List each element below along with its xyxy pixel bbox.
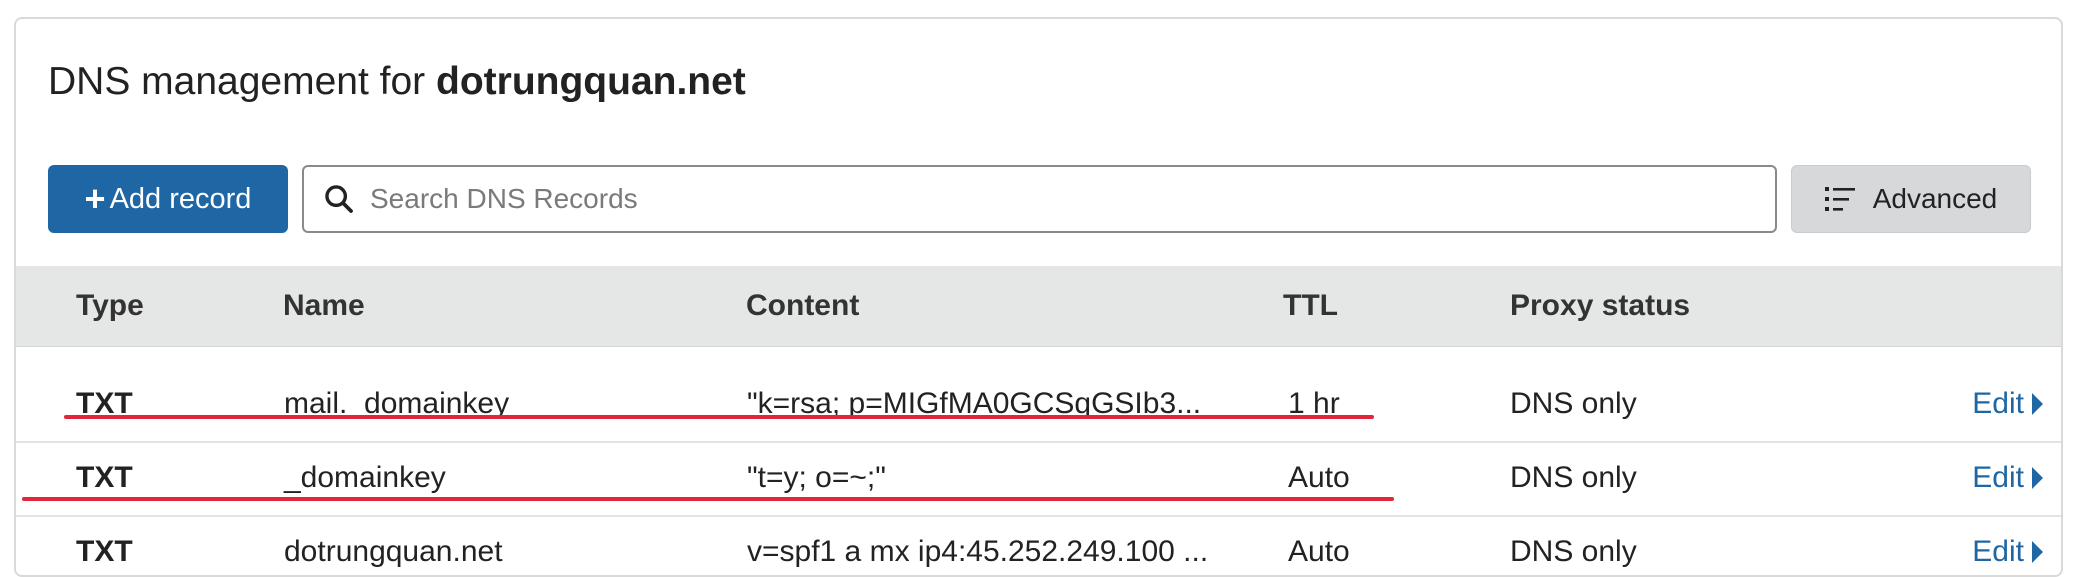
advanced-label: Advanced [1872,183,1998,214]
search-icon [325,185,353,213]
annotation-underline-row-1 [64,415,1374,419]
column-header-proxy-status[interactable]: Proxy status [1510,266,1690,346]
search-input[interactable] [368,182,1775,216]
plus-icon: + [84,178,106,219]
add-record-label: Add record [109,182,252,215]
toolbar: + Add record Advanced [48,165,2031,233]
record-ttl: Auto [1288,535,1350,568]
record-type: TXT [76,387,133,420]
caret-right-icon [2032,467,2043,489]
record-content: "k=rsa; p=MIGfMA0GCSqGSIb3... [747,387,1202,420]
record-proxy-status: DNS only [1510,461,1637,494]
record-type: TXT [76,461,133,494]
table-row[interactable]: TXT mail._domainkey "k=rsa; p=MIGfMA0GCS… [16,367,2061,443]
table-header: Type Name Content TTL Proxy status [16,266,2061,347]
column-header-ttl[interactable]: TTL [1283,266,1338,346]
annotation-underline-row-2 [22,497,1394,501]
record-ttl: 1 hr [1288,387,1340,420]
table-row[interactable]: TXT _domainkey "t=y; o=~;" Auto DNS only… [16,441,2061,517]
record-proxy-status: DNS only [1510,535,1637,568]
list-filter-icon [1824,187,1855,211]
column-header-type[interactable]: Type [76,266,144,346]
edit-link[interactable]: Edit [1972,367,2043,441]
edit-label: Edit [1972,461,2024,494]
record-name: mail._domainkey [284,387,510,420]
advanced-button[interactable]: Advanced [1791,165,2031,233]
edit-link[interactable]: Edit [1972,515,2043,575]
edit-label: Edit [1972,387,2024,420]
record-proxy-status: DNS only [1510,387,1637,420]
column-header-content[interactable]: Content [746,266,859,346]
record-name: _domainkey [284,461,446,494]
dns-management-card: DNS management for dotrungquan.net + Add… [14,17,2063,577]
record-type: TXT [76,535,133,568]
edit-label: Edit [1972,535,2024,568]
table-row[interactable]: TXT dotrungquan.net v=spf1 a mx ip4:45.2… [16,515,2061,575]
search-box[interactable] [302,165,1777,233]
add-record-button[interactable]: + Add record [48,165,288,233]
column-header-name[interactable]: Name [283,266,365,346]
caret-right-icon [2032,541,2043,563]
edit-link[interactable]: Edit [1972,441,2043,515]
record-ttl: Auto [1288,461,1350,494]
page-title-prefix: DNS management for [48,60,426,103]
record-content: v=spf1 a mx ip4:45.252.249.100 ... [747,535,1209,568]
caret-right-icon [2032,393,2043,415]
page-title: DNS management for dotrungquan.net [48,57,746,107]
record-content: "t=y; o=~;" [747,461,886,494]
domain-name: dotrungquan.net [436,60,746,103]
record-name: dotrungquan.net [284,535,503,568]
